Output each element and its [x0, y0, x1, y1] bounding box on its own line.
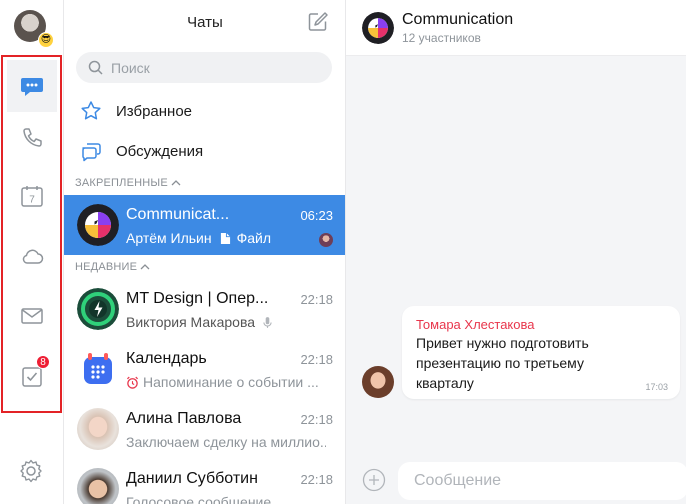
conversation-member-count: 12 участников: [402, 31, 481, 45]
search-input[interactable]: Поиск: [76, 52, 332, 83]
search-icon: [88, 60, 103, 75]
chat-preview-text: Напоминание о событии ...: [143, 374, 319, 390]
chat-avatar: [77, 408, 119, 450]
chat-preview-text: Заключаем сделку на миллио...: [126, 434, 326, 450]
chat-item-calendar[interactable]: Календарь 22:18 Напоминание о событии ..…: [64, 339, 345, 399]
alarm-clock-icon: [126, 376, 139, 389]
chat-time: 22:18: [300, 412, 333, 427]
message-text: Привет нужно подготовить презентацию по …: [416, 335, 589, 391]
discussions-link[interactable]: Обсуждения: [80, 139, 203, 163]
chat-preview: Голосовое сообщение: [126, 494, 326, 504]
chat-avatar: [77, 468, 119, 504]
chat-preview: Виктория Макарова: [126, 314, 326, 330]
chat-list-panel: Чаты Поиск Избранное Обсуждения ЗАКРЕПЛЕ…: [64, 0, 346, 504]
message-time: 17:03: [645, 382, 668, 392]
chat-time: 22:18: [300, 472, 333, 487]
chat-preview: Заключаем сделку на миллио...: [126, 434, 326, 450]
rail-highlight-frame: [1, 55, 62, 413]
chat-name: MT Design | Опер...: [126, 290, 269, 307]
chat-preview: Напоминание о событии ...: [126, 374, 326, 390]
chat-item-daniil-subbotin[interactable]: Даниил Субботин 22:18 Голосовое сообщени…: [64, 459, 345, 504]
chat-time: 06:23: [300, 208, 333, 223]
recent-section-label: НЕДАВНИЕ: [75, 261, 138, 273]
profile-avatar[interactable]: 😎: [14, 10, 54, 48]
message-input[interactable]: Сообщение: [398, 462, 686, 500]
discussions-icon: [82, 143, 101, 162]
communication-logo-icon: [362, 12, 394, 44]
recent-section-header[interactable]: НЕДАВНИЕ: [75, 261, 150, 273]
chat-time: 22:18: [300, 352, 333, 367]
chevron-up-icon: [171, 180, 181, 186]
calendar-app-icon: [84, 353, 112, 384]
communication-logo-icon: [77, 204, 119, 246]
chat-item-mt-design[interactable]: MT Design | Опер... 22:18 Виктория Макар…: [64, 279, 345, 339]
chat-name: Алина Павлова: [126, 410, 242, 427]
pinned-section-label: ЗАКРЕПЛЕННЫЕ: [75, 177, 168, 189]
microphone-icon: [263, 316, 272, 328]
file-icon: [220, 232, 230, 244]
add-attachment-icon[interactable]: [362, 468, 386, 492]
chat-preview: Артём Ильин Файл: [126, 230, 326, 246]
chat-name: Календарь: [126, 350, 207, 367]
favorites-label: Избранное: [116, 102, 193, 120]
settings-gear-icon[interactable]: [18, 458, 44, 484]
chevron-up-icon: [140, 264, 150, 270]
chat-name: Communicat...: [126, 206, 230, 223]
chat-item-alina-pavlova[interactable]: Алина Павлова 22:18 Заключаем сделку на …: [64, 399, 345, 459]
search-placeholder: Поиск: [111, 59, 150, 76]
chat-list-title: Чаты: [187, 14, 223, 31]
status-emoji: 😎: [38, 32, 54, 48]
chat-avatar: [77, 348, 119, 390]
chat-time: 22:18: [300, 292, 333, 307]
message-author-avatar[interactable]: [362, 366, 394, 398]
mt-design-logo-icon: [77, 288, 119, 330]
chat-preview-sender: Артём Ильин: [126, 230, 212, 246]
chat-preview-attachment: Файл: [236, 230, 272, 246]
discussions-label: Обсуждения: [116, 142, 204, 160]
message-composer: Сообщение: [346, 458, 686, 504]
chat-item-communication[interactable]: Communicat... 06:23 Артём Ильин Файл: [64, 195, 345, 255]
favorites-link[interactable]: Избранное: [80, 99, 192, 123]
message-input-placeholder: Сообщение: [414, 472, 502, 489]
reader-avatar: [319, 233, 333, 247]
compose-icon[interactable]: [307, 11, 329, 33]
chat-avatar: [77, 288, 119, 330]
conversation-panel: Communication 12 участников Томара Хлест…: [346, 0, 686, 504]
conversation-avatar: [362, 12, 394, 44]
message-author: Томара Хлестакова: [416, 317, 535, 332]
pinned-section-header[interactable]: ЗАКРЕПЛЕННЫЕ: [75, 177, 181, 189]
message-bubble[interactable]: Томара Хлестакова Привет нужно подготови…: [402, 306, 680, 399]
chat-avatar: [77, 204, 119, 246]
chat-preview-text: Голосовое сообщение: [126, 494, 272, 504]
conversation-header[interactable]: Communication 12 участников: [346, 0, 686, 56]
app-rail: 😎 7 8: [0, 0, 64, 504]
chat-name: Даниил Субботин: [126, 470, 258, 487]
star-icon: [81, 101, 101, 120]
conversation-title: Communication: [402, 11, 514, 28]
chat-preview-text: Виктория Макарова: [126, 314, 256, 330]
